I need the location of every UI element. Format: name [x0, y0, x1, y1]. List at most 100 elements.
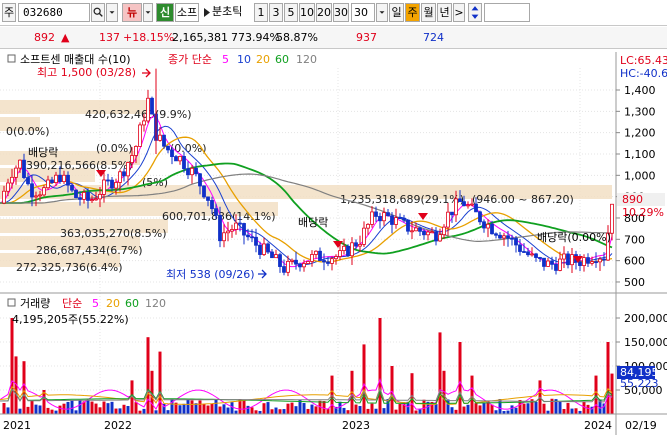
- volume-profile-label: 272,325,736(6.4%): [16, 261, 123, 274]
- volume-bar: [522, 403, 526, 414]
- candle-body: [498, 234, 502, 239]
- x-label-2023: 2023: [342, 419, 370, 432]
- scroll-button[interactable]: [468, 3, 482, 22]
- vol-ma5-label: 5: [92, 297, 99, 310]
- candle-body: [234, 222, 238, 230]
- candle-body: [102, 179, 106, 195]
- more-button[interactable]: >: [453, 3, 465, 22]
- volume-bar: [18, 408, 22, 414]
- news-button[interactable]: 뉴: [122, 3, 142, 22]
- credit-badge[interactable]: 신: [156, 3, 174, 22]
- candle-body: [338, 250, 342, 257]
- play-icon[interactable]: [202, 3, 212, 22]
- candle-body: [238, 222, 242, 225]
- price-tick-label: 500: [624, 276, 645, 289]
- change-percent: +18.15%: [123, 31, 175, 44]
- tab-weekly[interactable]: 주: [405, 3, 420, 22]
- minute-tick-label[interactable]: 분초틱: [212, 3, 252, 22]
- interval-1[interactable]: 1: [254, 3, 268, 22]
- code-dropdown-button[interactable]: [106, 3, 118, 22]
- stock-chart[interactable]: 420,632,463(9.9%) 0(0.0%) 390,216,566(8.5%…: [0, 52, 667, 435]
- stock-code-input[interactable]: 032680: [18, 3, 90, 22]
- candle-body: [110, 179, 114, 189]
- search-button[interactable]: [91, 3, 105, 22]
- settings-input[interactable]: [484, 3, 530, 22]
- period-input[interactable]: 30: [351, 3, 375, 22]
- current-price: 892: [34, 31, 55, 44]
- interval-3[interactable]: 3: [269, 3, 283, 22]
- volume-bar: [254, 410, 258, 414]
- volume-bar: [78, 400, 82, 414]
- candle-body: [386, 212, 390, 217]
- tab-yearly[interactable]: 년: [437, 3, 452, 22]
- volume-bar: [458, 342, 462, 414]
- candle-body: [418, 227, 422, 232]
- period-dropdown-button[interactable]: [376, 3, 388, 22]
- candle-body: [226, 230, 230, 234]
- interval-20[interactable]: 20: [316, 3, 332, 22]
- candle-body: [22, 159, 26, 178]
- volume-bar: [34, 404, 38, 414]
- news-dropdown-button[interactable]: [143, 3, 153, 22]
- ma5-label: 5: [222, 53, 229, 66]
- volume-bar: [282, 409, 286, 414]
- candle-body: [538, 257, 542, 259]
- candle-body: [262, 243, 266, 255]
- volume-bar: [182, 403, 186, 414]
- candle-body: [342, 245, 346, 251]
- volume-profile-label: 363,035,270(8.5%): [60, 227, 167, 240]
- candle-body: [90, 199, 94, 202]
- volume-bar: [310, 404, 314, 414]
- candle-body: [314, 250, 318, 255]
- volume-bar: [266, 402, 270, 414]
- volume-bar: [306, 408, 310, 414]
- turnover-rate: 58.87%: [276, 31, 318, 44]
- volume-bar: [6, 407, 10, 414]
- volume-bar: [414, 410, 418, 414]
- volume-bar: [286, 403, 290, 414]
- candle-body: [38, 194, 42, 197]
- vol-ma120-label: 120: [145, 297, 166, 310]
- candle-body: [466, 204, 470, 207]
- candle-body: [442, 226, 446, 236]
- tab-monthly[interactable]: 월: [421, 3, 436, 22]
- candle-body: [322, 260, 326, 263]
- candle-body: [518, 244, 522, 252]
- volume-bar: [510, 405, 514, 414]
- interval-30[interactable]: 30: [333, 3, 349, 22]
- volume-bar: [198, 400, 202, 414]
- volume-ma-tag: 55,223: [620, 377, 659, 390]
- candle-body: [450, 211, 454, 216]
- volume-bar: [250, 407, 254, 414]
- panel-collapse-icon[interactable]: [7, 54, 16, 63]
- tab-daily[interactable]: 일: [389, 3, 404, 22]
- candle-body: [118, 171, 122, 183]
- low-price-note: 최저 538 (09/26): [166, 268, 255, 281]
- candle-body: [510, 237, 514, 240]
- candle-body: [158, 134, 162, 141]
- market-select[interactable]: 주: [2, 3, 16, 22]
- volume-bar: [154, 410, 158, 414]
- candle-body: [542, 257, 546, 267]
- volume-bar: [410, 373, 414, 414]
- interval-10[interactable]: 10: [299, 3, 315, 22]
- candle-body: [318, 250, 322, 261]
- candle-body: [586, 257, 590, 264]
- candle-body: [398, 217, 402, 220]
- panel-collapse-icon[interactable]: [7, 298, 16, 307]
- price-tick-label: 1,200: [624, 127, 656, 140]
- candle-body: [454, 198, 458, 216]
- volume-bar: [346, 410, 350, 414]
- candle-body: [590, 261, 594, 264]
- candle-body: [430, 231, 434, 234]
- interval-5[interactable]: 5: [284, 3, 298, 22]
- candle-body: [310, 254, 314, 262]
- volume-bar: [86, 400, 90, 414]
- volume-bar: [354, 404, 358, 414]
- chart-area[interactable]: 420,632,463(9.9%) 0(0.0%) 390,216,566(8.5%…: [0, 52, 667, 435]
- candle-body: [222, 232, 226, 242]
- volume-bar: [66, 401, 70, 414]
- chevron-down-icon: [145, 11, 151, 14]
- vol-ma60-label: 60: [125, 297, 139, 310]
- volume-bar: [30, 400, 34, 414]
